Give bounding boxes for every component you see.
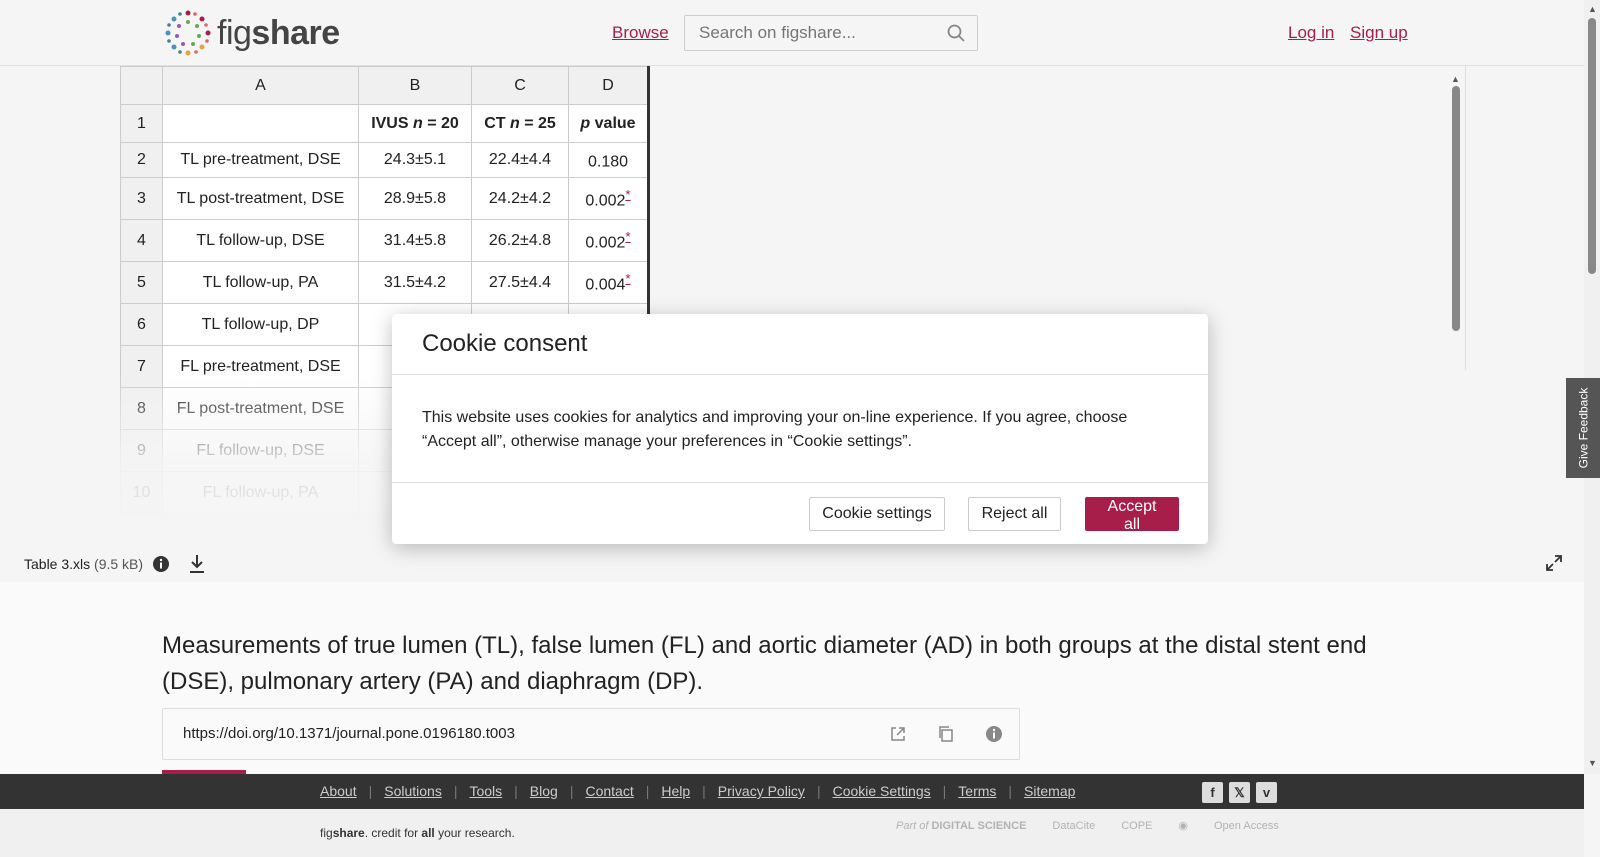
page-scroll-down-icon[interactable]: ▼ — [1588, 758, 1597, 768]
cookie-settings-button[interactable]: Cookie settings — [809, 497, 945, 531]
modal-divider — [392, 374, 1208, 375]
cookie-consent-dialog: Cookie consent This website uses cookies… — [392, 314, 1208, 544]
modal-backdrop: Cookie consent This website uses cookies… — [0, 0, 1584, 857]
modal-divider — [392, 482, 1208, 483]
page-scroll-up-icon[interactable]: ▲ — [1588, 4, 1597, 14]
reject-all-button[interactable]: Reject all — [968, 497, 1061, 531]
page-scroll-thumb[interactable] — [1588, 18, 1596, 274]
accept-all-button[interactable]: Accept all — [1085, 497, 1179, 533]
modal-title: Cookie consent — [422, 330, 588, 357]
modal-body: This website uses cookies for analytics … — [422, 409, 1128, 450]
